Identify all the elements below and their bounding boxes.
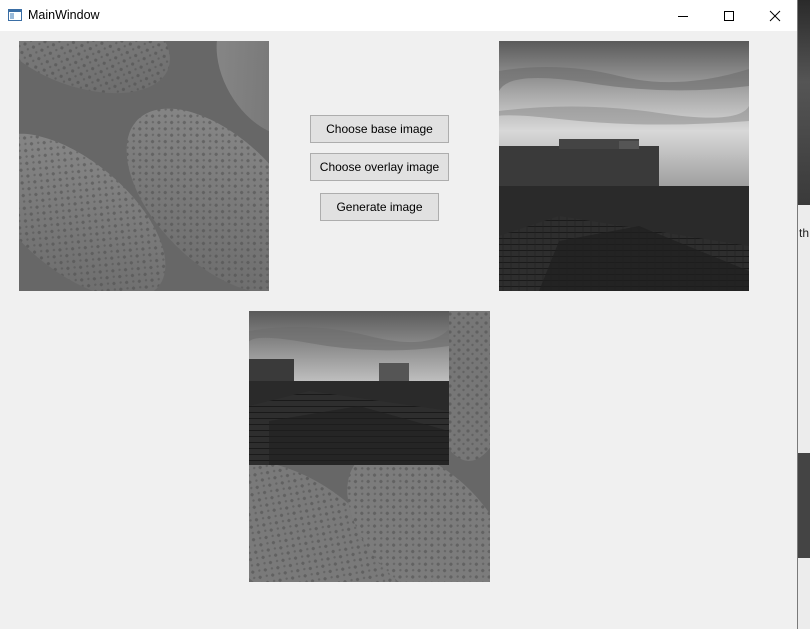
close-button[interactable] [752,0,798,31]
background-text: th [799,226,810,240]
maximize-icon [724,10,734,21]
background-photo-strip [798,0,810,205]
main-window: MainWindow Choose base image Choose over… [0,0,798,629]
maximize-button[interactable] [706,0,752,31]
choose-overlay-image-button[interactable]: Choose overlay image [310,153,449,181]
generate-image-button[interactable]: Generate image [320,193,439,221]
window-title: MainWindow [28,8,100,22]
result-image-preview [249,311,490,582]
overlay-image-preview [499,41,749,291]
background-panel [798,453,810,558]
close-icon [769,10,781,21]
app-window-icon [8,9,22,21]
title-bar[interactable]: MainWindow [0,0,797,31]
base-image-preview [19,41,269,291]
choose-base-image-button[interactable]: Choose base image [310,115,449,143]
minimize-icon [678,15,688,17]
minimize-button[interactable] [660,0,706,31]
background-application: th [798,0,810,629]
